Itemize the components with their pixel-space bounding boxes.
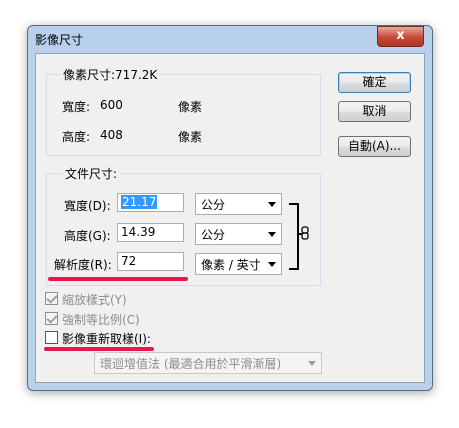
doc-height-input[interactable]: 14.39 xyxy=(117,223,184,242)
constrain-proportions-label: 強制等比例(C) xyxy=(62,313,140,327)
resample-annotation-underline xyxy=(44,347,154,351)
doc-height-unit: 公分 xyxy=(201,228,226,242)
ok-button[interactable]: 確定 xyxy=(338,72,411,93)
doc-height-unit-select[interactable]: 公分 xyxy=(195,223,282,245)
auto-button[interactable]: 自動(A)... xyxy=(338,136,411,157)
doc-width-label: 寬度(D): xyxy=(64,199,111,213)
pixel-height-label: 高度: xyxy=(62,130,91,144)
pixel-height-value: 408 xyxy=(100,128,123,142)
resample-method-select[interactable]: 環迴增值法 (最適合用於平滑漸層) xyxy=(94,352,322,374)
chevron-down-icon xyxy=(308,361,316,366)
scale-styles-checkbox[interactable] xyxy=(45,292,58,305)
pixel-width-label: 寬度: xyxy=(62,100,91,114)
chain-link-icon xyxy=(301,226,309,240)
doc-width-value: 21.17 xyxy=(121,195,158,209)
resolution-annotation-underline xyxy=(48,277,188,281)
constrain-proportions-checkbox[interactable] xyxy=(45,312,58,325)
resolution-unit: 像素 / 英寸 xyxy=(201,258,261,272)
doc-height-value: 14.39 xyxy=(121,225,156,239)
resample-method-value: 環迴增值法 (最適合用於平滑漸層) xyxy=(100,357,282,371)
scale-styles-label: 縮放樣式(Y) xyxy=(62,293,127,307)
resolution-label: 解析度(R): xyxy=(54,258,112,272)
close-button[interactable]: x xyxy=(377,26,424,47)
doc-width-input[interactable]: 21.17 xyxy=(117,193,184,212)
title-bar[interactable] xyxy=(28,26,430,50)
chevron-down-icon xyxy=(268,262,276,267)
pixel-width-unit: 像素 xyxy=(178,100,203,114)
pixel-dimensions-legend: 像素尺寸:717.2K xyxy=(60,66,161,83)
resolution-value: 72 xyxy=(121,254,137,268)
pixel-height-unit: 像素 xyxy=(178,130,203,144)
window-title: 影像尺寸 xyxy=(35,33,84,47)
chevron-down-icon xyxy=(268,232,276,237)
resolution-unit-select[interactable]: 像素 / 英寸 xyxy=(195,253,282,275)
doc-height-label: 高度(G): xyxy=(64,229,111,243)
resample-image-checkbox[interactable] xyxy=(45,331,58,344)
cancel-button[interactable]: 取消 xyxy=(338,101,411,122)
close-icon: x xyxy=(396,28,405,43)
proportion-link-bracket xyxy=(289,203,299,270)
chevron-down-icon xyxy=(268,202,276,207)
document-size-legend: 文件尺寸: xyxy=(62,165,121,182)
doc-width-unit-select[interactable]: 公分 xyxy=(195,193,282,215)
resample-image-label: 影像重新取樣(I): xyxy=(62,332,151,346)
doc-width-unit: 公分 xyxy=(201,198,226,212)
resolution-input[interactable]: 72 xyxy=(117,252,184,271)
pixel-width-value: 600 xyxy=(100,98,123,112)
